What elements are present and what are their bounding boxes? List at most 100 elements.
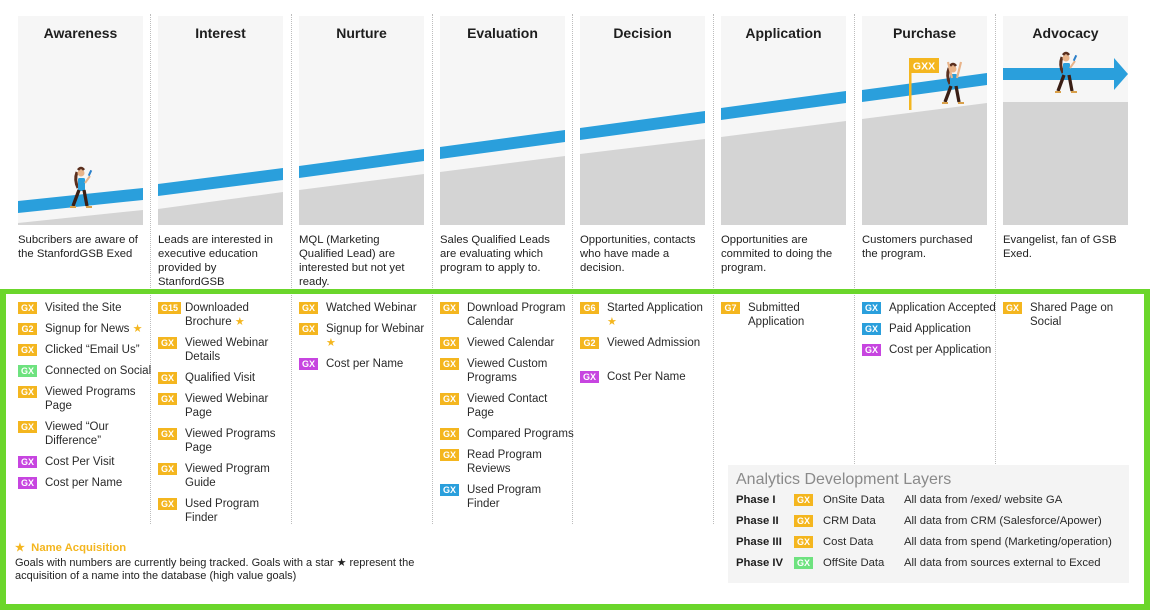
goal-item: GX Visited the Site: [18, 301, 153, 315]
goal-item: GX Viewed Program Guide: [158, 462, 293, 490]
legend-title: Analytics Development Layers: [736, 471, 952, 488]
journey-path: [580, 111, 705, 140]
goal-label: Qualified Visit: [185, 372, 256, 384]
journey-path: [440, 130, 565, 159]
goal-label: Viewed Program Guide: [185, 463, 270, 489]
goal-badge: GX: [299, 302, 319, 314]
star-icon: ★: [132, 323, 143, 335]
legend-row: Phase I GX OnSite Data All data from /ex…: [736, 493, 1121, 514]
goal-item: GX Cost Per Visit: [18, 455, 153, 469]
goal-label: Cost per Name: [45, 477, 123, 489]
goal-badge: GX: [158, 463, 178, 475]
goal-badge: G15: [158, 302, 182, 314]
stage-illustration: GXX: [862, 58, 987, 225]
goal-badge: GX: [440, 302, 460, 314]
goal-badge: GX: [158, 498, 178, 510]
goal-badge: GX: [158, 393, 178, 405]
stage-illustration: [580, 111, 705, 225]
goal-label: Used Program Finder: [467, 484, 542, 510]
ground-area: [1003, 102, 1128, 225]
stage-panel: Decision: [580, 16, 705, 225]
stage-description: Customers purchased the program.: [862, 234, 973, 260]
phase-label: Phase II: [736, 515, 779, 527]
stage-title: Purchase: [892, 25, 957, 41]
goal-item: GX Viewed Programs Page: [158, 427, 293, 455]
goal-label: Cost Per Name: [607, 371, 686, 383]
goal-label: Read Program Reviews: [467, 449, 542, 475]
phase-label: Phase IV: [736, 557, 784, 569]
goal-item: GX Qualified Visit: [158, 371, 293, 385]
stage-title: Advocacy: [1032, 25, 1099, 41]
goal-label: Used Program Finder: [185, 498, 260, 524]
legend-row: Phase IV GX OffSite Data All data from s…: [736, 556, 1121, 577]
goal-label: Viewed “Our Difference”: [45, 421, 109, 447]
goal-label: Viewed Admission: [607, 337, 701, 349]
goal-label: Download Program Calendar: [467, 302, 566, 328]
stage-title: Awareness: [43, 25, 118, 41]
goal-label: Cost per Name: [326, 358, 404, 370]
goal-list-evaluation: GX Download Program Calendar GX Viewed Cale…: [440, 301, 575, 518]
goal-list-decision: G6 Started Application ★ G2 Viewed Admissio…: [580, 301, 715, 391]
star-icon: ★: [15, 542, 25, 554]
stage-illustration: [18, 166, 143, 225]
goal-badge: G7: [721, 302, 740, 314]
stage-illustration: [299, 149, 424, 225]
goal-item: GX Used Program Finder: [158, 497, 293, 525]
phase-badge: GX: [794, 515, 814, 527]
stage-illustration: [440, 130, 565, 225]
legend-row: Phase III GX Cost Data All data from spe…: [736, 535, 1121, 556]
goal-badge: GX: [862, 302, 882, 314]
ground-area: [580, 139, 705, 225]
goal-item: GX Signup for Webinar ★: [299, 322, 434, 350]
goal-badge: GX: [440, 449, 460, 461]
goal-item: GX Viewed Custom Programs: [440, 357, 575, 385]
goal-badge: GX: [18, 302, 38, 314]
goal-label: Submitted Application: [748, 302, 805, 328]
goal-label: Viewed Webinar Page: [185, 393, 269, 419]
goal-item: GX Cost per Name: [299, 357, 434, 371]
phase-label: Phase I: [736, 494, 776, 506]
goal-item: GX Cost per Name: [18, 476, 153, 490]
data-type: OnSite Data: [823, 494, 885, 506]
goal-label: Viewed Custom Programs: [467, 358, 548, 384]
stage-description: Opportunities, contacts who have made a …: [580, 234, 696, 274]
data-description: All data from /exed/ website GA: [904, 494, 1063, 506]
goal-badge: GX: [158, 428, 178, 440]
goal-badge: GX: [862, 344, 882, 356]
goal-item: GX Clicked “Email Us”: [18, 343, 153, 357]
journey-path: [862, 73, 987, 102]
stage-panel: Awareness: [18, 16, 143, 225]
stage-panel: Evaluation: [440, 16, 565, 225]
data-type: OffSite Data: [823, 557, 885, 569]
phase-badge: GX: [794, 494, 814, 506]
goal-list-interest: G15 Downloaded Brochure ★ GX Viewed Webinar…: [158, 301, 293, 532]
goal-badge: GX: [18, 365, 38, 377]
phase-label: Phase III: [736, 536, 782, 548]
goal-label: Visited the Site: [45, 302, 122, 314]
stage-title: Interest: [195, 25, 246, 41]
ground-area: [721, 121, 846, 225]
goal-item: GX Viewed Webinar Details: [158, 336, 293, 364]
goal-item: GX Read Program Reviews: [440, 448, 575, 476]
journey-path: [158, 168, 283, 196]
goal-badge: GX: [862, 323, 882, 335]
goal-badge: GX: [299, 323, 319, 335]
goal-item: GX Watched Webinar: [299, 301, 434, 315]
note-title-text: Name Acquisition: [31, 542, 127, 554]
stage-description: Leads are interested in executive educat…: [158, 234, 273, 288]
stage-description: Opportunities are commited to doing the …: [721, 234, 833, 274]
goal-badge: GX: [440, 484, 460, 496]
stage-panel: GXX Purchase: [862, 16, 987, 225]
goal-item: GX Viewed Calendar: [440, 336, 575, 350]
star-icon: ★: [326, 337, 336, 349]
goal-badge: GX: [440, 337, 460, 349]
goal-badge: GX: [440, 358, 460, 370]
goal-badge: G6: [580, 302, 599, 314]
goal-label: Viewed Webinar Details: [185, 337, 269, 363]
note-title: ★ Name Acquisition: [15, 541, 435, 554]
phase-badge: GX: [794, 557, 814, 569]
stage-description: Sales Qualified Leads are evaluating whi…: [440, 234, 550, 274]
goal-badge: GX: [158, 337, 178, 349]
goal-list-advocacy: GX Shared Page on Social: [1003, 301, 1138, 336]
goal-list-application: G7 Submitted Application: [721, 301, 856, 336]
